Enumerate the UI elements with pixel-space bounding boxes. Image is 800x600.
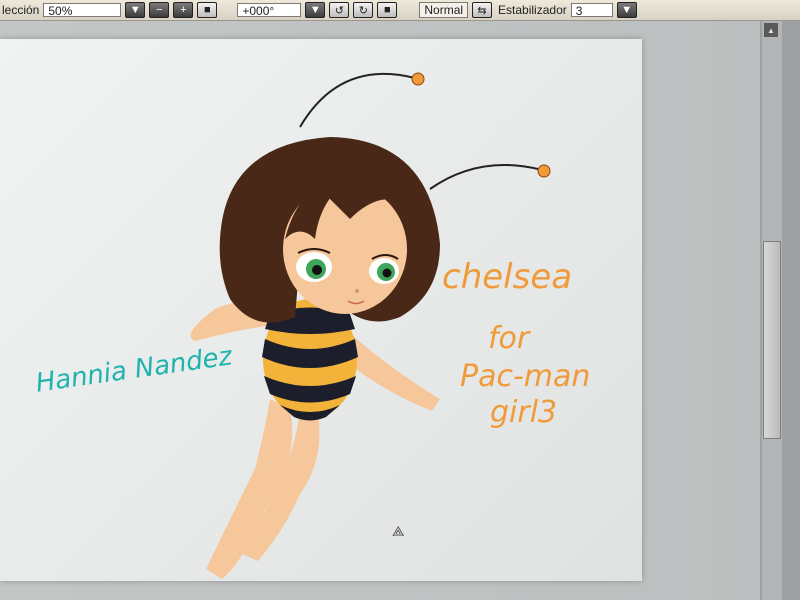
scrollbar-thumb[interactable] [763, 241, 781, 439]
dropdown-icon: ▼ [621, 4, 633, 16]
swap-icon: ⇆ [477, 4, 487, 17]
dropdown-icon: ▼ [309, 4, 321, 16]
stabilizer-label: Estabilizador [498, 3, 567, 17]
head [219, 137, 440, 323]
recipient-line2: girl3 [490, 395, 558, 430]
zoom-out-icon: − [156, 4, 163, 16]
bee-girl-illustration [190, 72, 551, 579]
scroll-up-icon: ▲ [767, 25, 775, 35]
zoom-in-button[interactable]: + [173, 2, 194, 18]
recipient-line1: Pac-man [460, 359, 591, 394]
rotation-dropdown-button[interactable]: ▼ [305, 2, 326, 18]
antenna-tip-right [537, 164, 551, 178]
legs [206, 399, 320, 579]
antenna-tip-left [411, 72, 425, 86]
rotate-right-button[interactable]: ↻ [353, 2, 374, 18]
rotation-field[interactable]: +000° [237, 3, 302, 18]
rotate-reset-icon: ■ [384, 4, 391, 16]
toolbar: lección 50% ▼ − + ■ +000° ▼ ↺ ↻ ■ Normal… [0, 0, 800, 21]
canvas-area[interactable]: Hannia Nandez chelsea for Pac-man girl3 … [0, 21, 760, 600]
cursor-icon: ⟁ [392, 523, 405, 539]
scrollbar-track[interactable] [762, 21, 782, 600]
zoom-reset-icon: ■ [204, 4, 211, 16]
rotate-reset-button[interactable]: ■ [377, 2, 398, 18]
blend-mode-button[interactable]: Normal [419, 2, 469, 18]
zoom-dropdown-button[interactable]: ▼ [125, 2, 146, 18]
for-text: for [488, 321, 530, 356]
stabilizer-field[interactable]: 3 [570, 3, 613, 18]
zoom-reset-button[interactable]: ■ [197, 2, 218, 18]
zoom-out-button[interactable]: − [149, 2, 170, 18]
artboard[interactable]: Hannia Nandez chelsea for Pac-man girl3 … [0, 39, 642, 581]
selection-label: lección [2, 3, 40, 17]
rotate-right-icon: ↻ [358, 4, 368, 17]
scroll-up-button[interactable]: ▲ [764, 23, 778, 37]
swap-button[interactable]: ⇆ [472, 2, 493, 18]
vertical-scrollbar[interactable]: ▲ [760, 21, 800, 600]
zoom-field[interactable]: 50% [43, 3, 122, 18]
zoom-in-icon: + [180, 4, 187, 16]
rotate-left-button[interactable]: ↺ [329, 2, 350, 18]
rotate-left-icon: ↺ [334, 4, 344, 17]
dropdown-icon: ▼ [129, 4, 141, 16]
stabilizer-dropdown-button[interactable]: ▼ [616, 2, 637, 18]
character-name-text: chelsea [442, 257, 573, 297]
